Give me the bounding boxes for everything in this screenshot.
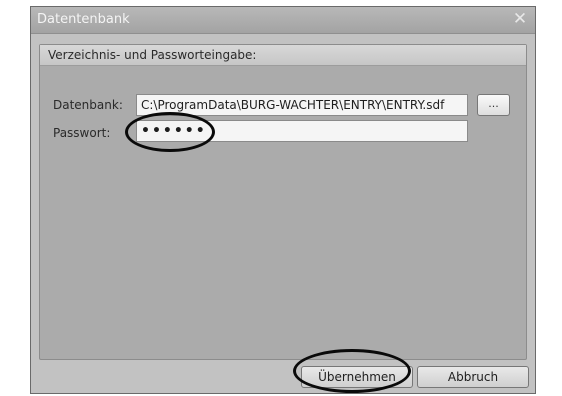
cancel-button[interactable]: Abbruch <box>417 366 529 388</box>
apply-button[interactable]: Übernehmen <box>301 366 413 388</box>
password-field[interactable]: •••••• <box>136 120 468 142</box>
browse-button[interactable]: ... <box>477 94 510 116</box>
database-dialog: Datentenbank ✕ Verzeichnis- und Passwort… <box>30 6 536 394</box>
close-icon[interactable]: ✕ <box>510 10 530 28</box>
directory-password-group: Verzeichnis- und Passworteingabe: <box>39 44 527 360</box>
window-title: Datentenbank <box>37 12 130 27</box>
database-label: Datenbank: <box>53 98 123 112</box>
password-label: Passwort: <box>53 126 111 140</box>
group-header: Verzeichnis- und Passworteingabe: <box>40 45 526 66</box>
group-title: Verzeichnis- und Passworteingabe: <box>48 48 257 62</box>
database-path-field[interactable]: C:\ProgramData\BURG-WACHTER\ENTRY\ENTRY.… <box>136 94 468 116</box>
title-bar[interactable]: Datentenbank ✕ <box>31 7 535 34</box>
